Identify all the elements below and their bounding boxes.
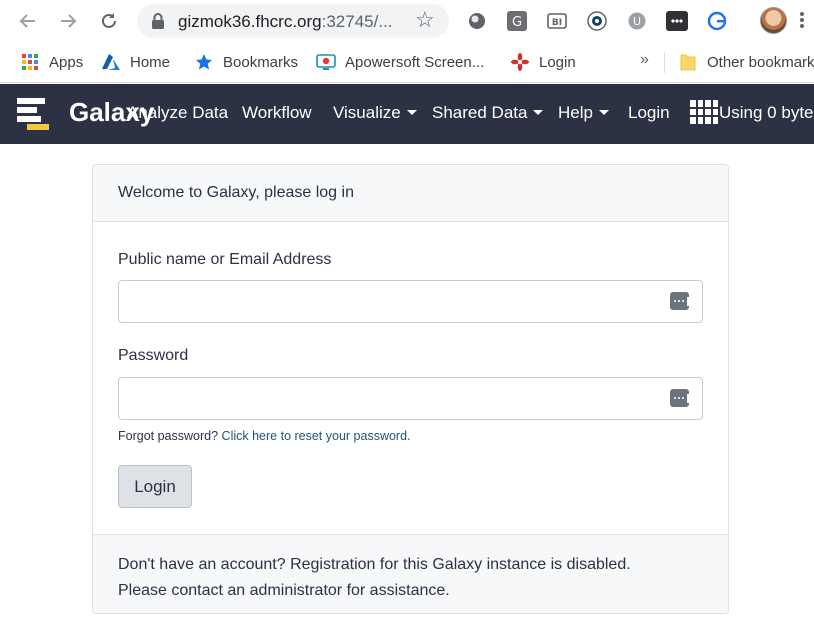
bi-extension-icon[interactable]: BI — [546, 10, 568, 32]
password-field[interactable] — [118, 377, 703, 420]
galaxy-logo-icon[interactable] — [15, 96, 55, 132]
bookmarks-overflow-button[interactable]: » — [640, 51, 649, 69]
svg-text:BI: BI — [552, 18, 562, 28]
nav-help-label: Help — [558, 103, 593, 122]
card-footer: Don't have an account? Registration for … — [93, 534, 728, 613]
bookmark-label: Other bookmarks — [707, 53, 814, 71]
bookmark-apowersoft[interactable]: Apowersoft Screen... — [316, 51, 484, 73]
url-host: gizmok36.fhcrc.org — [178, 12, 322, 31]
password-label: Password — [118, 347, 189, 364]
g-refresh-icon[interactable] — [706, 10, 728, 32]
nav-workflow[interactable]: Workflow — [242, 103, 312, 123]
extension-circle-icon[interactable] — [466, 10, 488, 32]
reload-button[interactable] — [94, 6, 124, 36]
reset-password-link[interactable]: Click here to reset your password. — [222, 429, 411, 443]
login-card: Welcome to Galaxy, please log in Public … — [92, 164, 729, 614]
forgot-password-text: Forgot password? Click here to reset you… — [118, 429, 411, 443]
bookmark-label: Login — [539, 53, 576, 71]
browser-menu-icon[interactable] — [799, 9, 805, 31]
bookmarks-bar: Apps Home Bookmarks Apowersoft Screen...… — [0, 42, 814, 83]
nav-visualize-label: Visualize — [333, 103, 401, 122]
profile-avatar[interactable] — [760, 7, 787, 34]
eye-extension-icon[interactable] — [586, 10, 608, 32]
password-manager-field-icon[interactable] — [670, 389, 690, 407]
lock-icon[interactable] — [151, 13, 165, 29]
galaxy-brand[interactable]: Galaxy — [69, 97, 154, 128]
nav-login[interactable]: Login — [628, 103, 670, 123]
registration-notice-line1: Don't have an account? Registration for … — [118, 556, 631, 573]
login-heading: Welcome to Galaxy, please log in — [118, 184, 354, 201]
password-manager-icon[interactable] — [666, 10, 688, 32]
nav-shared-label: Shared Data — [432, 103, 528, 122]
bookmarks-divider — [664, 52, 665, 73]
bookmark-label: Apowersoft Screen... — [345, 53, 485, 71]
login-button[interactable]: Login — [118, 465, 192, 508]
u-extension-icon[interactable]: U — [626, 10, 648, 32]
bookmark-home[interactable]: Home — [101, 51, 170, 73]
forward-button[interactable] — [53, 6, 83, 36]
back-button[interactable] — [13, 6, 43, 36]
galaxy-masthead: Analyze Data Galaxy Workflow Visualize S… — [0, 84, 814, 144]
nav-shared-data[interactable]: Shared Data — [432, 103, 544, 123]
password-manager-field-icon[interactable] — [670, 292, 690, 310]
login-flower-icon — [510, 52, 530, 72]
bookmark-apps[interactable]: Apps — [20, 51, 83, 73]
url-text[interactable]: gizmok36.fhcrc.org:32745/... — [178, 12, 393, 32]
email-field[interactable] — [118, 280, 703, 323]
forward-arrow-icon — [61, 14, 77, 28]
svg-text:G: G — [512, 15, 522, 30]
registration-notice: Don't have an account? Registration for … — [118, 552, 718, 604]
visualize-caret-icon — [406, 110, 417, 115]
help-caret-icon — [598, 110, 609, 115]
email-label: Public name or Email Address — [118, 251, 332, 268]
bookmark-label: Bookmarks — [223, 53, 299, 71]
reload-icon — [102, 13, 116, 28]
azure-icon — [101, 52, 121, 72]
nav-help[interactable]: Help — [558, 103, 609, 123]
bookmark-login[interactable]: Login — [510, 51, 576, 73]
nav-visualize[interactable]: Visualize — [333, 103, 417, 123]
bookmark-bookmarks[interactable]: Bookmarks — [194, 51, 298, 73]
back-arrow-icon — [19, 14, 35, 28]
quota-usage[interactable]: Using 0 bytes — [719, 103, 814, 123]
card-header: Welcome to Galaxy, please log in — [93, 165, 728, 222]
folder-icon — [678, 52, 698, 72]
apps-grid-icon — [20, 52, 40, 72]
browser-toolbar: gizmok36.fhcrc.org:32745/... ☆ G BI U — [0, 0, 814, 42]
forgot-prefix: Forgot password? — [118, 429, 219, 443]
bookmark-label: Apps — [49, 53, 84, 71]
grammarly-icon[interactable]: G — [506, 10, 528, 32]
bookmark-star-icon[interactable]: ☆ — [415, 9, 435, 31]
svg-text:U: U — [633, 15, 641, 28]
shared-caret-icon — [533, 110, 544, 115]
url-path: :32745/... — [321, 12, 393, 31]
address-bar[interactable]: gizmok36.fhcrc.org:32745/... ☆ — [137, 4, 449, 38]
star-icon — [194, 52, 214, 72]
apowersoft-icon — [316, 52, 336, 72]
scratchbook-grid-icon[interactable] — [690, 100, 718, 124]
registration-notice-line2: Please contact an administrator for assi… — [118, 582, 450, 599]
bookmark-label: Home — [130, 53, 171, 71]
bookmark-other[interactable]: Other bookmarks — [678, 51, 814, 73]
